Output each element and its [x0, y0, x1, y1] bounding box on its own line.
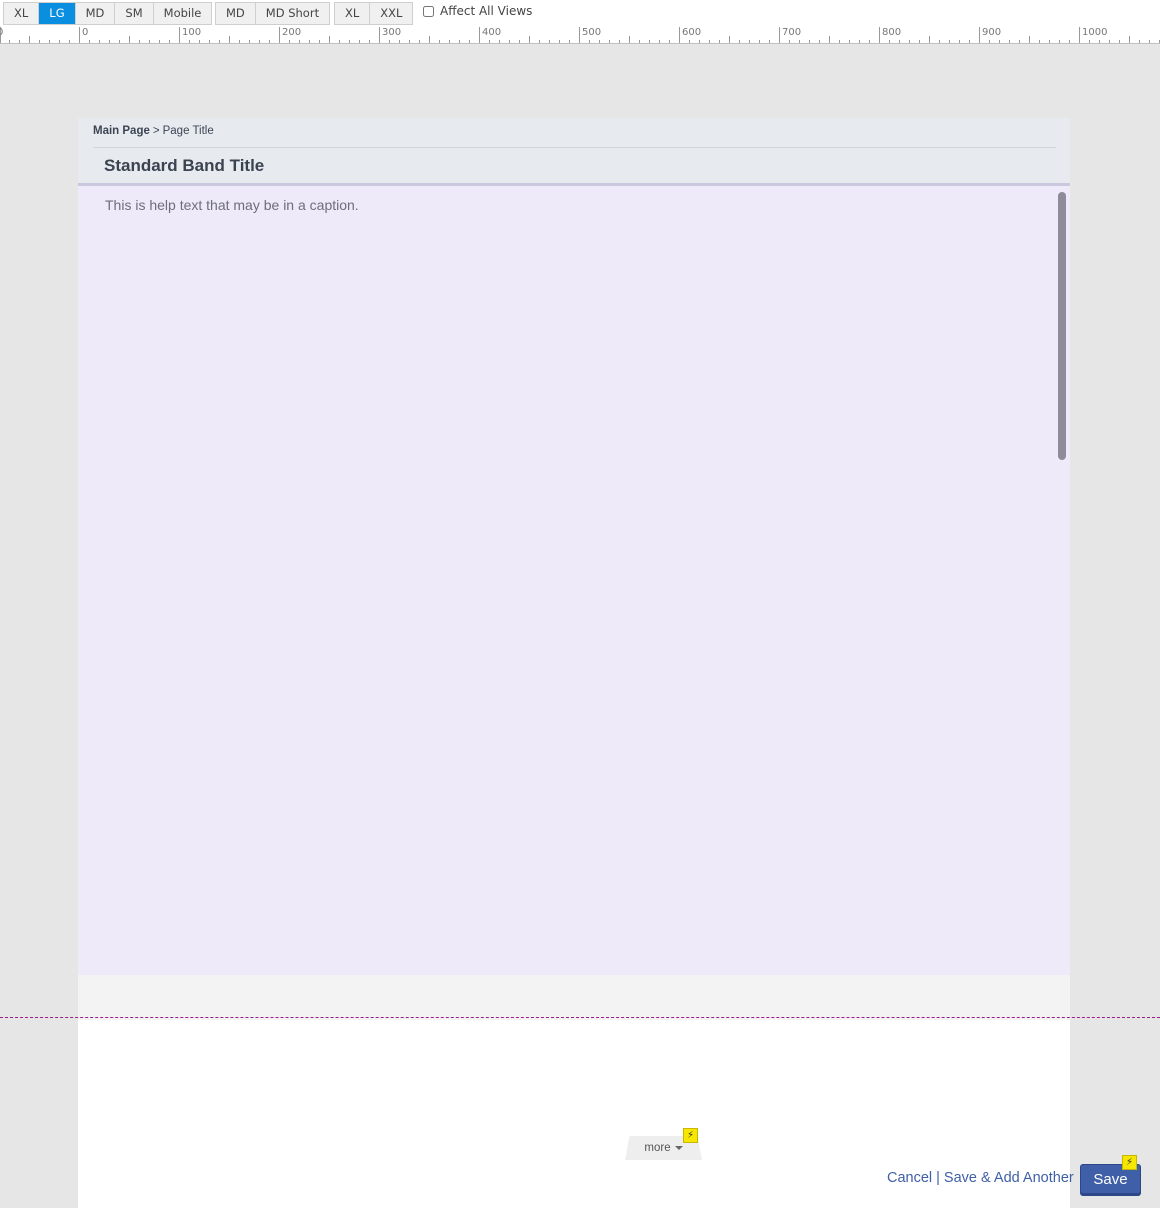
view-xl-button[interactable]: XL — [4, 3, 40, 24]
cancel-link[interactable]: Cancel — [887, 1170, 932, 1186]
breadcrumb-page-title: Page Title — [162, 125, 214, 137]
view-md-alt-button[interactable]: MD — [216, 3, 256, 24]
ruler-label-700: 700 — [782, 27, 802, 38]
view-toolbar: XL LG MD SM Mobile MD MD Short XL XXL Af… — [0, 0, 1160, 27]
ruler-label-500: 500 — [582, 27, 602, 38]
page-canvas: Main Page > Page Title Standard Band Title… — [78, 118, 1070, 1208]
view-group-large: XL XXL — [334, 2, 414, 25]
affect-all-views-label: Affect All Views — [440, 4, 533, 18]
ruler-label-200: 200 — [282, 27, 302, 38]
view-sm-button[interactable]: SM — [115, 3, 154, 24]
breadcrumb: Main Page > Page Title — [93, 125, 214, 137]
content-scrollbar[interactable] — [1058, 192, 1066, 460]
ruler-label-1000: 1000 — [1082, 27, 1108, 38]
band-header: Main Page > Page Title Standard Band Title — [78, 118, 1070, 186]
help-text: This is help text that may be in a capti… — [105, 197, 359, 213]
ruler-label-300: 300 — [382, 27, 402, 38]
save-lightning-icon[interactable]: ⚡ — [1122, 1155, 1137, 1170]
ruler-left-label: 0 — [0, 27, 3, 38]
ruler-label-800: 800 — [882, 27, 902, 38]
gray-band — [78, 975, 1070, 1020]
content-area: This is help text that may be in a capti… — [78, 186, 1070, 975]
ruler-label-100: 100 — [182, 27, 202, 38]
more-label: more — [644, 1142, 671, 1154]
ruler-label-600: 600 — [682, 27, 702, 38]
affect-all-views[interactable]: Affect All Views — [422, 4, 532, 18]
ruler-label-900: 900 — [982, 27, 1002, 38]
header-divider — [93, 147, 1056, 148]
view-lg-button[interactable]: LG — [39, 3, 76, 24]
affect-all-views-checkbox[interactable] — [423, 5, 434, 17]
breadcrumb-main-page[interactable]: Main Page — [93, 125, 150, 137]
caret-down-icon — [674, 1146, 683, 1150]
view-md-button[interactable]: MD — [75, 3, 116, 24]
band-title: Standard Band Title — [104, 156, 265, 175]
fold-line — [0, 1017, 1160, 1018]
view-xl-alt-button[interactable]: XL — [335, 3, 371, 24]
actions-separator: | — [936, 1170, 940, 1186]
breadcrumb-separator: > — [152, 125, 160, 137]
view-mobile-button[interactable]: Mobile — [153, 3, 212, 24]
ruler-label-0: 0 — [82, 27, 89, 38]
ruler-label-400: 400 — [482, 27, 502, 38]
view-group-md: MD MD Short — [215, 2, 331, 25]
lightning-icon[interactable]: ⚡ — [683, 1128, 698, 1143]
footer-actions: Cancel | Save & Add Another — [887, 1170, 1074, 1186]
view-group-sizes: XL LG MD SM Mobile — [3, 2, 213, 25]
view-xxl-button[interactable]: XXL — [370, 3, 413, 24]
view-md-short-button[interactable]: MD Short — [255, 3, 330, 24]
save-add-another-link[interactable]: Save & Add Another — [944, 1170, 1074, 1186]
horizontal-ruler: 0 0 100 200 300 400 500 600 700 800 900 … — [0, 27, 1160, 44]
